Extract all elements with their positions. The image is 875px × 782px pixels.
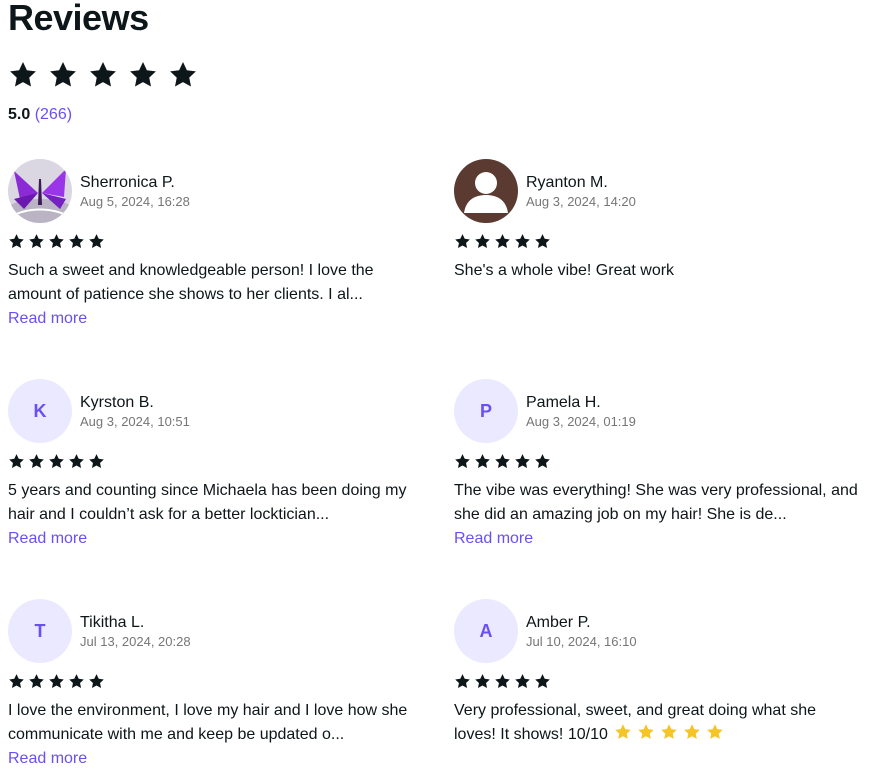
star-icon: [514, 453, 531, 470]
page-title: Reviews: [8, 0, 149, 38]
star-icon: [88, 673, 105, 690]
butterfly-photo-icon: [8, 159, 72, 223]
star-icon: [48, 673, 65, 690]
review-date: Jul 13, 2024, 20:28: [80, 634, 191, 649]
review-text-body: The vibe was everything! She was very pr…: [454, 482, 858, 523]
star-icon: [454, 453, 471, 470]
review-stars: [454, 673, 551, 690]
reviewer-name: Tikitha L.: [80, 614, 145, 631]
review-stars: [454, 233, 551, 250]
star-icon: [48, 233, 65, 250]
rating-score: 5.0: [8, 106, 31, 123]
review-stars: [8, 233, 105, 250]
review-text-body: She's a whole vibe! Great work: [454, 262, 675, 279]
review-date: Jul 10, 2024, 16:10: [526, 634, 637, 649]
review-text: 5 years and counting since Michaela has …: [8, 479, 413, 527]
read-more-link[interactable]: Read more: [8, 527, 87, 551]
star-emoji-icon: [614, 723, 632, 741]
read-more-link[interactable]: Read more: [8, 307, 87, 331]
overall-rating-stars: [8, 60, 198, 90]
star-emoji-icon: [706, 723, 724, 741]
rating-summary: 5.0 (266): [8, 104, 72, 126]
star-icon: [454, 673, 471, 690]
star-icon: [494, 673, 511, 690]
reviewer-name: Sherronica P.: [80, 174, 175, 191]
star-icon: [8, 453, 25, 470]
star-icon: [28, 673, 45, 690]
star-icon: [88, 233, 105, 250]
star-icon: [8, 673, 25, 690]
avatar: T: [8, 599, 72, 663]
star-icon: [474, 673, 491, 690]
star-emoji-icon: [683, 723, 701, 741]
star-icon: [494, 233, 511, 250]
review-stars: [8, 453, 105, 470]
reviewer-name: Kyrston B.: [80, 394, 154, 411]
avatar: P: [454, 379, 518, 443]
star-icon: [474, 453, 491, 470]
star-emoji-group: [614, 723, 724, 741]
review-text-body: Such a sweet and knowledgeable person! I…: [8, 262, 374, 303]
star-emoji-icon: [637, 723, 655, 741]
review-date: Aug 5, 2024, 16:28: [80, 194, 190, 209]
star-icon: [8, 233, 25, 250]
star-icon: [128, 60, 158, 90]
star-emoji-icon: [660, 723, 678, 741]
read-more-link[interactable]: Read more: [8, 747, 87, 771]
star-icon: [534, 453, 551, 470]
review-stars: [8, 673, 105, 690]
review-date: Aug 3, 2024, 01:19: [526, 414, 636, 429]
star-icon: [168, 60, 198, 90]
avatar: A: [454, 599, 518, 663]
read-more-link[interactable]: Read more: [454, 527, 533, 551]
star-icon: [454, 233, 471, 250]
reviewer-name: Amber P.: [526, 614, 591, 631]
review-text: Such a sweet and knowledgeable person! I…: [8, 259, 413, 307]
star-icon: [514, 233, 531, 250]
reviewer-name: Pamela H.: [526, 394, 601, 411]
review-text: She's a whole vibe! Great work: [454, 259, 859, 283]
star-icon: [534, 233, 551, 250]
reviewer-name: Ryanton M.: [526, 174, 608, 191]
review-date: Aug 3, 2024, 10:51: [80, 414, 190, 429]
user-icon: [454, 159, 518, 223]
avatar: [454, 159, 518, 223]
star-icon: [68, 453, 85, 470]
review-text: The vibe was everything! She was very pr…: [454, 479, 859, 527]
star-icon: [494, 453, 511, 470]
star-icon: [48, 453, 65, 470]
star-icon: [68, 673, 85, 690]
star-icon: [514, 673, 531, 690]
avatar: K: [8, 379, 72, 443]
review-text: I love the environment, I love my hair a…: [8, 699, 413, 747]
star-icon: [88, 453, 105, 470]
star-icon: [28, 233, 45, 250]
review-text-body: I love the environment, I love my hair a…: [8, 702, 408, 743]
star-icon: [534, 673, 551, 690]
star-icon: [28, 453, 45, 470]
review-text: Very professional, sweet, and great doin…: [454, 699, 859, 747]
review-date: Aug 3, 2024, 14:20: [526, 194, 636, 209]
rating-count-link[interactable]: (266): [35, 106, 72, 123]
review-stars: [454, 453, 551, 470]
avatar: [8, 159, 72, 223]
review-text-body: 5 years and counting since Michaela has …: [8, 482, 407, 523]
star-icon: [88, 60, 118, 90]
star-icon: [8, 60, 38, 90]
star-icon: [48, 60, 78, 90]
star-icon: [68, 233, 85, 250]
star-icon: [474, 233, 491, 250]
